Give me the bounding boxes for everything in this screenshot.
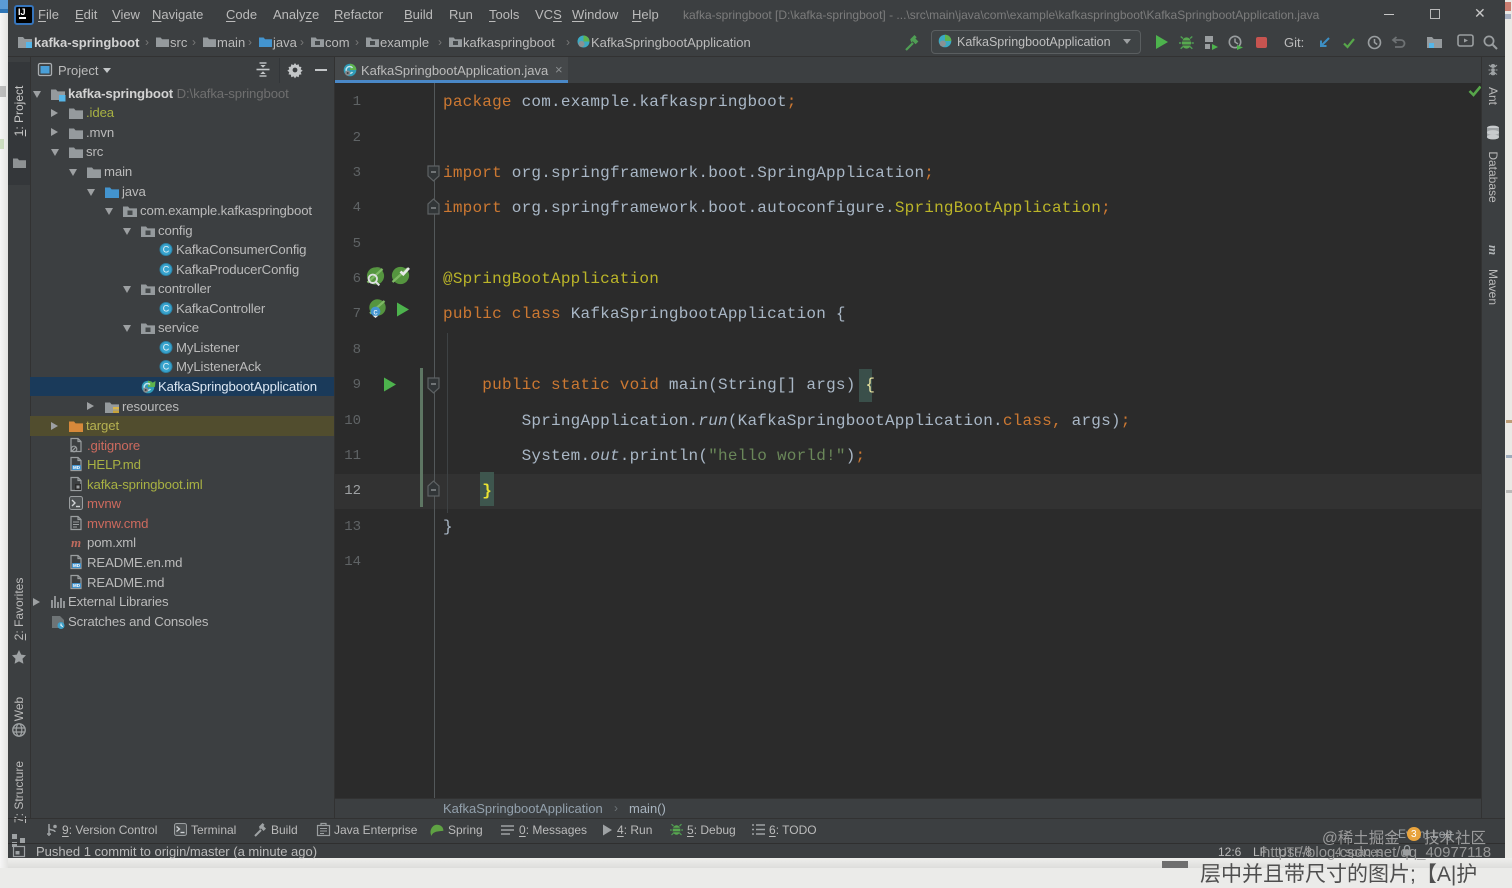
svg-text:m: m xyxy=(71,535,81,550)
